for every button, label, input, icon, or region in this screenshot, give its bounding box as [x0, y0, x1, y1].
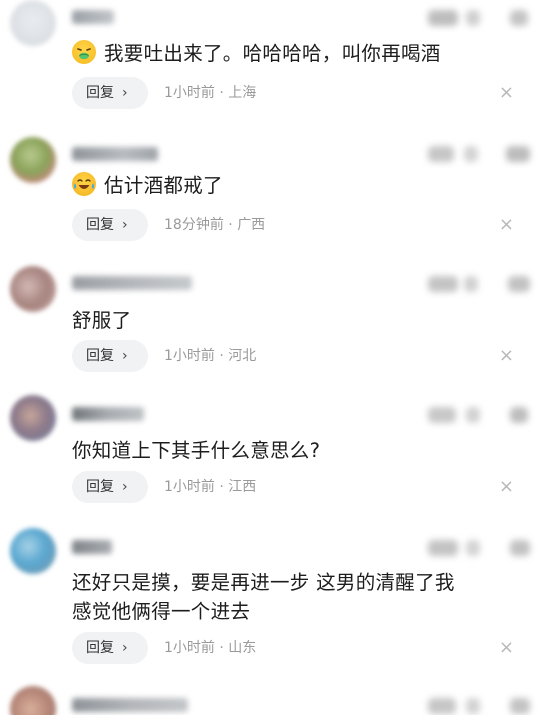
reply-button[interactable]: 回复 ›: [72, 77, 148, 109]
comment-item: 估计酒都戒了 回复 › 18分钟前 · 广西 ×: [0, 125, 554, 258]
comment-location: 江西: [228, 479, 257, 495]
comment-text: 估计酒都戒了: [72, 171, 514, 200]
crying-laughing-face-icon: [72, 172, 96, 196]
comment-time-location: 1小时前 · 河北: [164, 340, 256, 372]
comment-location: 上海: [228, 85, 257, 101]
comment-text: 我要吐出来了。哈哈哈哈，叫你再喝酒: [72, 39, 514, 68]
comment-item: 你知道上下其手什么意思么? 回复 › 1小时前 · 江西 ×: [0, 389, 554, 520]
avatar[interactable]: [10, 686, 56, 715]
reply-label: 回复: [86, 348, 114, 364]
comment-meta: 回复 › 1小时前 · 河北 ×: [72, 340, 514, 372]
comment-location: 山东: [228, 640, 257, 656]
comment-time: 1小时前: [164, 479, 215, 495]
meta-separator: ·: [214, 479, 229, 495]
chevron-right-icon: ›: [122, 479, 128, 495]
comment-item: 我要吐出来了。哈哈哈哈，叫你再喝酒 回复 › 1小时前 · 上海 ×: [0, 0, 554, 125]
comment-time: 18分钟前: [164, 217, 224, 233]
chevron-right-icon: ›: [122, 348, 128, 364]
username[interactable]: [72, 698, 188, 712]
comment-text: 你知道上下其手什么意思么?: [72, 439, 321, 462]
comment-time: 1小时前: [164, 85, 215, 101]
like-area[interactable]: [426, 536, 536, 562]
avatar[interactable]: [10, 395, 56, 441]
comment-time-location: 1小时前 · 山东: [164, 632, 256, 664]
username[interactable]: [72, 147, 158, 161]
comment-location: 河北: [228, 348, 257, 364]
comment-text-line: 感觉他俩得一个进去: [72, 600, 251, 623]
like-area[interactable]: [426, 272, 536, 298]
avatar[interactable]: [10, 528, 56, 574]
avatar[interactable]: [10, 137, 56, 183]
like-area[interactable]: [426, 6, 536, 32]
reply-button[interactable]: 回复 ›: [72, 632, 148, 664]
close-icon[interactable]: ×: [484, 471, 514, 503]
close-icon[interactable]: ×: [484, 340, 514, 372]
comment-location: 广西: [237, 217, 266, 233]
comment-time: 1小时前: [164, 640, 215, 656]
username[interactable]: [72, 540, 112, 554]
reply-label: 回复: [86, 479, 114, 495]
comment-text-line: 还好只是摸，要是再进一步 这男的清醒了我: [72, 571, 455, 594]
reply-label: 回复: [86, 640, 114, 656]
meta-separator: ·: [214, 640, 229, 656]
reply-label: 回复: [86, 217, 114, 233]
meta-separator: ·: [214, 348, 229, 364]
comment-text: 舒服了: [72, 309, 132, 332]
avatar[interactable]: [10, 0, 56, 46]
comment-meta: 回复 › 1小时前 · 山东 ×: [72, 632, 514, 664]
username[interactable]: [72, 276, 192, 290]
like-area[interactable]: [426, 403, 536, 429]
comment-text: 还好只是摸，要是再进一步 这男的清醒了我 感觉他俩得一个进去: [72, 568, 514, 626]
comment-meta: 回复 › 1小时前 · 上海 ×: [72, 77, 514, 109]
comment-time-location: 1小时前 · 上海: [164, 77, 256, 109]
comment-meta: 回复 › 18分钟前 · 广西 ×: [72, 209, 514, 241]
reply-label: 回复: [86, 85, 114, 101]
chevron-right-icon: ›: [122, 640, 128, 656]
meta-separator: ·: [223, 217, 238, 233]
reply-button[interactable]: 回复 ›: [72, 340, 148, 372]
avatar[interactable]: [10, 266, 56, 312]
meta-separator: ·: [214, 85, 229, 101]
comment-time-location: 1小时前 · 江西: [164, 471, 256, 503]
comment-meta: 回复 › 1小时前 · 江西 ×: [72, 471, 514, 503]
reply-button[interactable]: 回复 ›: [72, 209, 148, 241]
username[interactable]: [72, 407, 144, 421]
close-icon[interactable]: ×: [484, 209, 514, 241]
comment-time: 1小时前: [164, 348, 215, 364]
comment-item: [0, 680, 554, 715]
like-area[interactable]: [426, 142, 536, 168]
comment-item: 还好只是摸，要是再进一步 这男的清醒了我 感觉他俩得一个进去 回复 › 1小时前…: [0, 520, 554, 680]
chevron-right-icon: ›: [122, 217, 128, 233]
username[interactable]: [72, 10, 114, 24]
vomiting-face-icon: [72, 40, 96, 64]
comment-time-location: 18分钟前 · 广西: [164, 209, 265, 241]
reply-button[interactable]: 回复 ›: [72, 471, 148, 503]
close-icon[interactable]: ×: [484, 632, 514, 664]
chevron-right-icon: ›: [122, 85, 128, 101]
close-icon[interactable]: ×: [484, 77, 514, 109]
like-area[interactable]: [426, 694, 536, 715]
comment-item: 舒服了 回复 › 1小时前 · 河北 ×: [0, 258, 554, 389]
